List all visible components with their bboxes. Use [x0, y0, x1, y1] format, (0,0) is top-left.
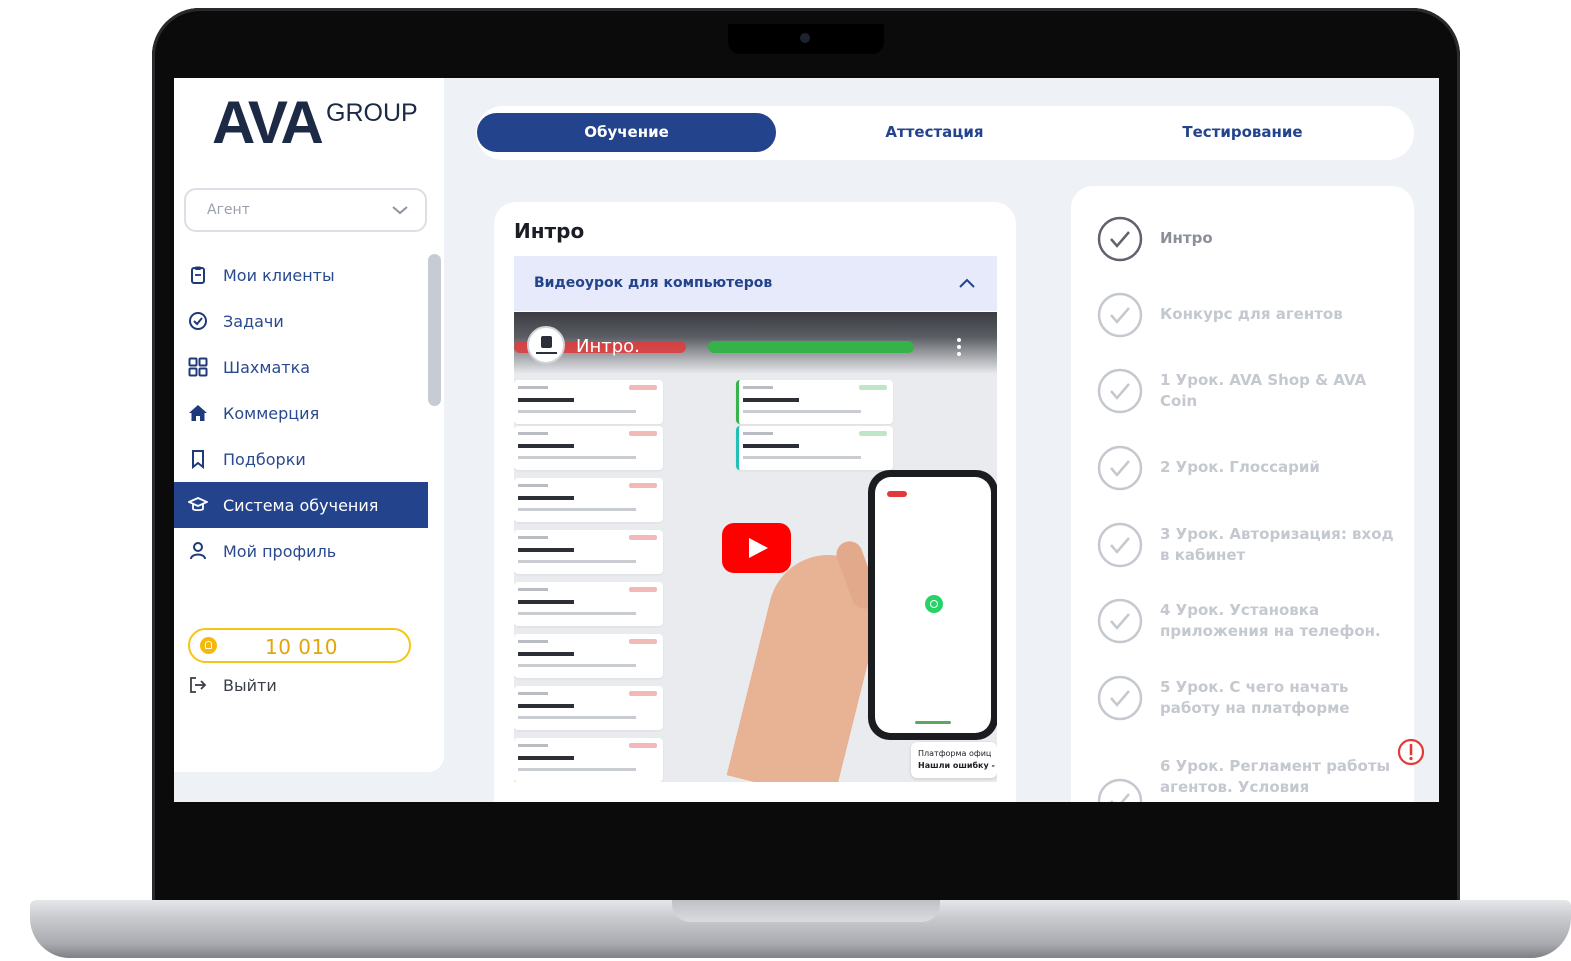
- logout-icon: [190, 677, 207, 693]
- video-frame-task-card: [514, 582, 663, 626]
- sidebar-item-label: Шахматка: [223, 357, 311, 377]
- sidebar-item-my-clients[interactable]: Мои клиенты: [174, 252, 428, 298]
- lesson-label: 2 Урок. Глоссарий: [1160, 458, 1320, 476]
- whatsapp-icon: [925, 595, 943, 613]
- check-circle-icon: [1097, 675, 1143, 721]
- video-frame-task-card: [514, 634, 663, 678]
- coin-balance[interactable]: 10 010: [188, 628, 411, 663]
- lesson-label: Интро: [1160, 229, 1213, 247]
- lesson-label: 6 Урок. Регламент работы агентов. Услови…: [1160, 757, 1391, 802]
- video-frame-task-card: [514, 426, 663, 470]
- video-frame-task-card: [736, 426, 893, 470]
- tab-testing[interactable]: Тестирование: [1093, 113, 1392, 152]
- alert-icon[interactable]: [1397, 738, 1425, 766]
- check-circle-icon: [189, 312, 207, 330]
- video-title[interactable]: Интро.: [576, 336, 640, 357]
- more-options-icon[interactable]: [957, 338, 961, 356]
- lesson-title: Интро: [514, 219, 585, 243]
- graduation-cap-icon: [188, 497, 208, 512]
- clipboard-icon: [191, 266, 205, 284]
- camera-icon: [800, 33, 810, 43]
- sidebar-item-my-profile[interactable]: Мой профиль: [174, 528, 428, 574]
- lesson-label: 3 Урок. Авторизация: вход в кабинет: [1160, 525, 1394, 564]
- laptop-opening-notch: [672, 900, 940, 922]
- toast-line-2: Нашли ошибку - с: [918, 761, 997, 770]
- video-frame-toast: Платформа офиц Нашли ошибку - с: [911, 742, 997, 778]
- sidebar-item-label: Мой профиль: [223, 541, 337, 561]
- channel-avatar[interactable]: [527, 326, 565, 364]
- sidebar-nav: Мои клиенты Задачи Шахматка Коммерция По…: [174, 252, 428, 574]
- sidebar-item-tasks[interactable]: Задачи: [174, 298, 428, 344]
- lesson-content-card: Интро Видеоурок для компьютеров Платформ…: [494, 202, 1016, 802]
- logo-wordmark: GROUP: [326, 99, 418, 127]
- home-icon: [189, 405, 207, 421]
- coin-amount: 10 010: [265, 635, 338, 659]
- chevron-down-icon: [392, 206, 408, 215]
- sidebar-item-label: Мои клиенты: [223, 265, 335, 285]
- sidebar-item-learning-system[interactable]: Система обучения: [174, 482, 428, 528]
- check-circle-icon: [1097, 598, 1143, 644]
- video-player[interactable]: Платформа офиц Нашли ошибку - с Интро.: [514, 312, 997, 782]
- logout-button[interactable]: Выйти: [188, 673, 277, 697]
- lesson-label: 4 Урок. Установка приложения на телефон.: [1160, 601, 1381, 640]
- sidebar: AVA GROUP Агент Мои клиенты Задачи Шахма…: [174, 78, 444, 772]
- app-screen: AVA GROUP Агент Мои клиенты Задачи Шахма…: [174, 78, 1439, 802]
- accordion-label: Видеоурок для компьютеров: [534, 275, 773, 291]
- sidebar-item-collections[interactable]: Подборки: [174, 436, 428, 482]
- lesson-label: Конкурс для агентов: [1160, 305, 1343, 323]
- sidebar-item-label: Коммерция: [223, 403, 320, 423]
- lesson-label: 5 Урок. С чего начать работу на платформ…: [1160, 678, 1350, 717]
- video-accordion-header[interactable]: Видеоурок для компьютеров: [514, 256, 997, 311]
- check-circle-icon: [1097, 216, 1143, 262]
- video-frame-phone: [868, 470, 997, 740]
- sidebar-item-commerce[interactable]: Коммерция: [174, 390, 428, 436]
- video-frame-green-bar: [708, 341, 914, 353]
- logo-mark: AVA: [212, 89, 324, 156]
- sidebar-item-label: Задачи: [223, 311, 284, 331]
- video-frame-task-card: [514, 686, 663, 730]
- tab-certification[interactable]: Аттестация: [785, 113, 1084, 152]
- video-frame-task-card: [514, 380, 663, 424]
- sidebar-item-label: Подборки: [223, 449, 306, 469]
- chevron-up-icon: [959, 278, 975, 288]
- bookmark-icon: [192, 450, 204, 469]
- learning-tabs: Обучение Аттестация Тестирование: [476, 106, 1414, 160]
- video-frame-task-card: [514, 478, 663, 522]
- user-icon: [190, 542, 206, 560]
- sidebar-scrollbar-thumb[interactable]: [428, 254, 441, 406]
- logout-label: Выйти: [223, 675, 277, 695]
- check-circle-icon: [1097, 445, 1143, 491]
- grid-icon: [188, 357, 208, 377]
- role-select-value: Агент: [207, 202, 250, 218]
- role-select[interactable]: Агент: [184, 188, 427, 232]
- check-circle-icon: [1097, 292, 1143, 338]
- youtube-play-icon[interactable]: [722, 523, 791, 573]
- sidebar-item-chessboard[interactable]: Шахматка: [174, 344, 428, 390]
- logo[interactable]: AVA GROUP: [212, 88, 418, 158]
- video-frame-task-card: [514, 738, 663, 782]
- check-circle-icon: [1097, 778, 1143, 802]
- video-frame-task-card: [514, 530, 663, 574]
- check-circle-icon: [1097, 522, 1143, 568]
- tab-learning[interactable]: Обучение: [477, 113, 776, 152]
- lesson-label: 1 Урок. AVA Shop & AVA Coin: [1160, 371, 1367, 410]
- sidebar-item-label: Система обучения: [223, 495, 379, 515]
- video-frame-task-card: [736, 380, 893, 424]
- toast-line-1: Платформа офиц: [918, 749, 992, 758]
- check-circle-icon: [1097, 368, 1143, 414]
- lesson-list: Интро Конкурс для агентов 1 Урок. AVA Sh…: [1071, 186, 1414, 802]
